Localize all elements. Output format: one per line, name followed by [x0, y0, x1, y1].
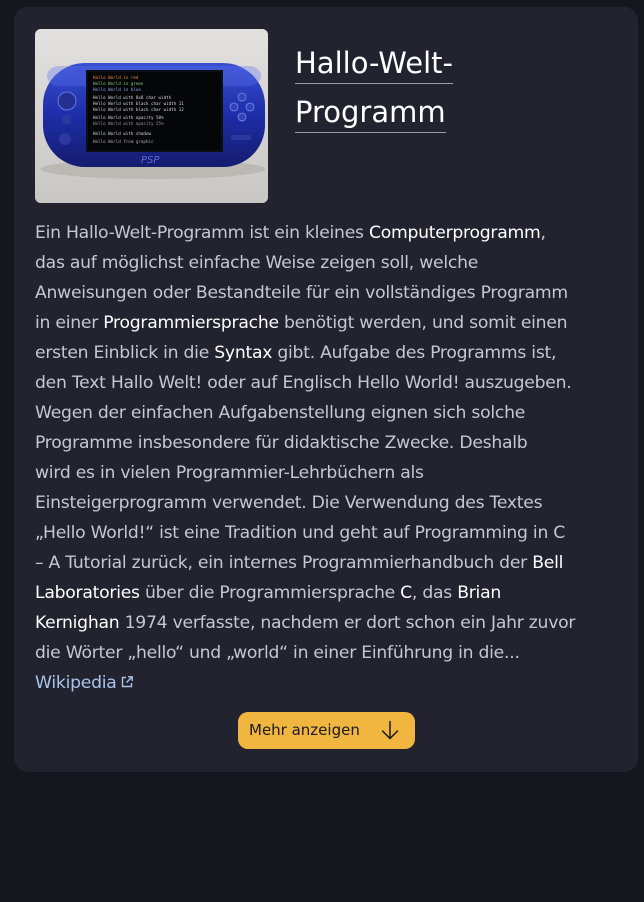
screen-line: Hello World with black char width 11 [93, 101, 184, 106]
link-programmiersprache[interactable]: Programmiersprache [103, 313, 279, 333]
desc-text: in einer [35, 313, 104, 333]
screen-line: Hallo World in red [93, 75, 139, 80]
screen-line: Hello World in blue [93, 87, 141, 92]
article-description: Ein Hallo-Welt-Programm ist ein kleines … [35, 218, 625, 699]
desc-text: 1974 verfasste, nachdem er dort schon ei… [119, 613, 576, 633]
desc-text: das auf möglichst einfache Weise zeigen … [35, 253, 479, 273]
desc-text: ersten Einblick in die [35, 343, 215, 363]
title-line[interactable]: Programm [295, 92, 446, 133]
link-bell-laboratories[interactable]: Bell [532, 553, 563, 573]
desc-text: Einsteigerprogramm verwendet. Die Verwen… [35, 493, 543, 513]
link-c[interactable]: C [400, 583, 412, 603]
show-more-button[interactable]: Mehr anzeigen [238, 712, 415, 749]
wikipedia-link-label: Wikipedia [35, 673, 117, 693]
article-card: PSP Hallo World in red Hello World in gr… [14, 7, 638, 772]
desc-text: , [540, 223, 546, 243]
screen-line: Hello World with shadow [93, 131, 151, 136]
desc-text: Programme insbesondere für didaktische Z… [35, 433, 528, 453]
screen-line: Hello World with opacity 50% [93, 115, 164, 120]
link-computerprogramm[interactable]: Computerprogramm [369, 223, 541, 243]
desc-text: – A Tutorial zurück, ein internes Progra… [35, 553, 533, 573]
desc-text: den Text Hallo Welt! oder auf Englisch H… [35, 373, 572, 393]
desc-text: benötigt werden, und somit einen [278, 313, 568, 333]
wikipedia-link[interactable]: Wikipedia [35, 673, 134, 693]
screen-line: Hello World with black char width 12 [93, 107, 184, 112]
desc-text: Ein Hallo-Welt-Programm ist ein kleines [35, 223, 369, 243]
external-link-icon [120, 669, 134, 699]
psp-brand-text: PSP [141, 155, 160, 166]
title-line[interactable]: Hallo-Welt- [295, 43, 453, 84]
desc-text: über die Programmiersprache [139, 583, 401, 603]
link-brian-kernighan[interactable]: Brian [457, 583, 501, 603]
article-title[interactable]: Hallo-Welt- Programm [295, 39, 625, 137]
link-bell-laboratories[interactable]: Laboratories [35, 583, 140, 603]
desc-text: die Wörter „hello“ und „world“ in einer … [35, 643, 520, 663]
screen-line: Hello World with opacity 25% [93, 121, 164, 126]
arrow-down-icon [381, 720, 399, 744]
desc-text: wird es in vielen Programmier-Lehrbücher… [35, 463, 424, 483]
link-brian-kernighan[interactable]: Kernighan [35, 613, 120, 633]
desc-text: , das [411, 583, 458, 603]
show-more-label: Mehr anzeigen [249, 721, 360, 739]
screen-line: Hello World with 8x8 char width [93, 95, 172, 100]
desc-text: gibt. Aufgabe des Programms ist, [272, 343, 557, 363]
desc-text: „Hello World!“ ist eine Tradition und ge… [35, 523, 566, 543]
screen-line: Hello World in green [93, 81, 144, 86]
desc-text: Wegen der einfachen Aufgabenstellung eig… [35, 403, 526, 423]
psp-console-image[interactable]: PSP Hallo World in red Hello World in gr… [35, 29, 268, 203]
link-syntax[interactable]: Syntax [214, 343, 272, 363]
screen-line: Hello World from graphic [93, 139, 154, 144]
desc-text: Anweisungen oder Bestandteile für ein vo… [35, 283, 568, 303]
